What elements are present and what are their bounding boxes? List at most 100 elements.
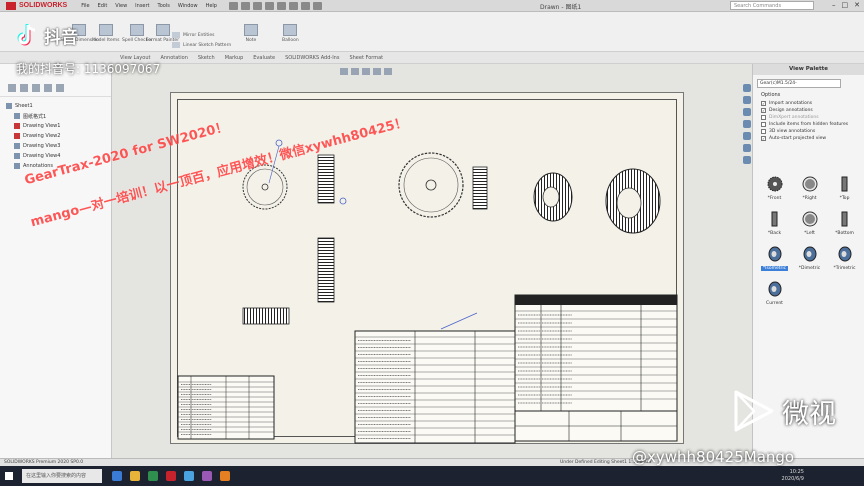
options-icon[interactable] [312, 1, 322, 10]
menu-item[interactable]: Help [206, 3, 217, 9]
view-thumbnail[interactable]: *Left [792, 209, 827, 236]
section-icon[interactable] [373, 68, 381, 75]
view-thumbnail[interactable]: *Dimetric [792, 244, 827, 271]
custom-properties-icon[interactable] [743, 156, 751, 164]
taskbar-clock[interactable]: 10:25 2020/6/9 [782, 469, 804, 483]
rebuild-icon[interactable] [300, 1, 310, 10]
main-menu: File Edit View Insert Tools Window Help [73, 3, 217, 9]
menu-item[interactable]: Window [178, 3, 198, 9]
explorer-icon[interactable] [130, 471, 140, 481]
resources-icon[interactable] [743, 96, 751, 104]
zoom-fit-icon[interactable] [340, 68, 348, 75]
appearances-icon[interactable] [743, 144, 751, 152]
balloon-button[interactable]: Balloon [282, 24, 299, 43]
option-checkbox[interactable]: ✓ Auto-start projected view [753, 135, 864, 142]
gear-front-view-2[interactable] [398, 152, 464, 218]
tree-item[interactable]: Drawing View2 [6, 131, 105, 141]
undo-icon[interactable] [276, 1, 286, 10]
zoom-area-icon[interactable] [351, 68, 359, 75]
search-commands-input[interactable]: Search Commands [730, 1, 814, 10]
app-icon[interactable] [202, 471, 212, 481]
file-explorer-icon[interactable] [743, 120, 751, 128]
view-thumbnail[interactable]: *Trimetric [827, 244, 862, 271]
task-view-icon[interactable] [112, 471, 122, 481]
checkbox[interactable] [761, 115, 766, 120]
command-tab[interactable]: Sketch [198, 55, 215, 61]
gear-side-view-1[interactable] [317, 154, 347, 303]
mirror-entities-button[interactable]: Mirror Entities [172, 32, 215, 38]
view-thumbnail[interactable]: *Front [757, 174, 792, 201]
excel-icon[interactable] [148, 471, 158, 481]
linear-pattern-button[interactable]: Linear Sketch Pattern [172, 42, 231, 48]
menu-item[interactable]: File [81, 3, 89, 9]
dimxpert-icon[interactable] [44, 84, 52, 92]
select-icon[interactable] [288, 1, 298, 10]
tree-item[interactable]: Sheet1 [6, 101, 105, 111]
new-icon[interactable] [228, 1, 238, 10]
folder-icon[interactable] [220, 471, 230, 481]
view-thumbnail[interactable]: *Back [757, 209, 792, 236]
gear-isometric-view-1[interactable] [533, 172, 573, 222]
command-tab[interactable]: Sheet Format [349, 55, 383, 61]
option-checkbox[interactable]: ✓ Design annotations [753, 107, 864, 114]
design-library-icon[interactable] [743, 108, 751, 116]
bill-of-materials[interactable] [177, 375, 275, 440]
start-button[interactable] [0, 466, 18, 486]
model-items-button[interactable]: Model Items [92, 24, 120, 43]
checkbox[interactable]: ✓ [761, 101, 766, 106]
browser-icon[interactable] [184, 471, 194, 481]
view-label: *Back [767, 231, 782, 236]
home-icon[interactable] [743, 84, 751, 92]
view-thumbnail[interactable]: *Isometric [757, 244, 792, 271]
tree-item[interactable]: Drawing View3 [6, 141, 105, 151]
notes-block[interactable] [354, 330, 516, 444]
title-block[interactable] [514, 410, 678, 442]
feature-tree-icon[interactable] [8, 84, 16, 92]
taskbar-search[interactable]: 在这里输入你要搜索的内容 [22, 469, 102, 483]
menu-item[interactable]: Edit [98, 3, 108, 9]
view-thumbnail[interactable]: *Right [792, 174, 827, 201]
maximize-button[interactable]: □ [842, 1, 849, 10]
gear-top-view[interactable] [242, 307, 290, 325]
options-heading: Options [761, 92, 781, 98]
drawing-sheet[interactable] [170, 92, 684, 444]
command-tab[interactable]: Markup [225, 55, 244, 61]
print-icon[interactable] [264, 1, 274, 10]
property-icon[interactable] [20, 84, 28, 92]
menu-item[interactable]: Insert [135, 3, 149, 9]
command-tab[interactable]: Evaluate [253, 55, 275, 61]
checkbox[interactable] [761, 122, 766, 127]
view-thumbnail[interactable]: Current [757, 279, 792, 306]
option-checkbox[interactable]: Include items from hidden features [753, 121, 864, 128]
config-icon[interactable] [32, 84, 40, 92]
menu-item[interactable]: Tools [158, 3, 170, 9]
solidworks-logo[interactable]: SOLIDWORKS [0, 0, 73, 12]
display-style-icon[interactable] [384, 68, 392, 75]
view-thumbnail[interactable]: *Bottom [827, 209, 862, 236]
part-select[interactable]: Gear(c)M1.5/24- [757, 79, 841, 88]
command-tab[interactable]: SOLIDWORKS Add-Ins [285, 55, 339, 61]
checkbox[interactable]: ✓ [761, 108, 766, 113]
note-button[interactable]: Note [244, 24, 258, 43]
option-checkbox[interactable]: ✓ Import annotations [753, 100, 864, 107]
close-button[interactable]: ✕ [854, 1, 860, 10]
open-icon[interactable] [240, 1, 250, 10]
view-palette-icon[interactable] [743, 132, 751, 140]
view-thumbnail-image [764, 174, 786, 194]
tree-item[interactable]: 图纸格式1 [6, 111, 105, 121]
gear-isometric-view-2[interactable] [605, 168, 661, 234]
minimize-button[interactable]: – [832, 1, 836, 10]
previous-view-icon[interactable] [362, 68, 370, 75]
display-icon[interactable] [56, 84, 64, 92]
checkbox[interactable]: ✓ [761, 136, 766, 141]
gear-side-view-2[interactable] [472, 166, 488, 210]
solidworks-taskbar-icon[interactable] [166, 471, 176, 481]
save-icon[interactable] [252, 1, 262, 10]
command-tab[interactable]: Annotation [160, 55, 187, 61]
tree-item-label: Sheet1 [15, 103, 33, 109]
view-thumbnail[interactable]: *Top [827, 174, 862, 201]
checkbox[interactable] [761, 129, 766, 134]
option-checkbox[interactable]: 3D view annotations [753, 128, 864, 135]
menu-item[interactable]: View [115, 3, 127, 9]
tree-item[interactable]: Drawing View1 [6, 121, 105, 131]
